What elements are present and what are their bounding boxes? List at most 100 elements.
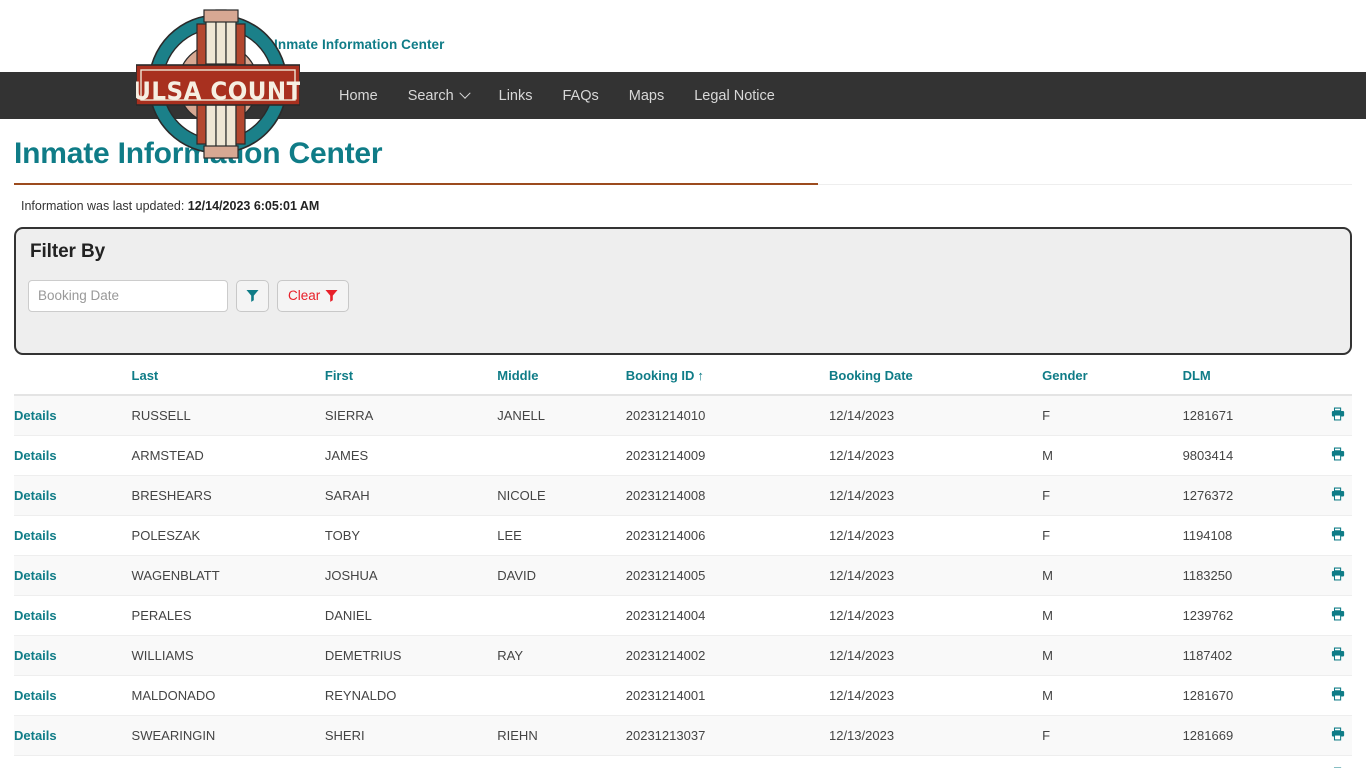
title-rule-accent: [14, 182, 818, 185]
cell-booking-date: 12/14/2023: [828, 394, 1043, 436]
column-header-booking-date[interactable]: Booking Date: [828, 360, 1043, 396]
nav-item-legal-notice[interactable]: Legal Notice: [679, 72, 790, 119]
column-header-last[interactable]: Last: [131, 360, 325, 396]
printer-icon[interactable]: [1331, 447, 1352, 461]
cell-gender: F: [1042, 394, 1183, 436]
column-header-dlm[interactable]: DLM: [1182, 360, 1293, 396]
nav-item-links[interactable]: Links: [484, 72, 548, 119]
cell-booking-id: 20231214009: [625, 435, 829, 476]
printer-icon[interactable]: [1331, 687, 1352, 701]
cell-print: [1292, 515, 1352, 556]
cell-gender: M: [1042, 635, 1183, 676]
cell-gender: F: [1042, 715, 1183, 756]
cell-middle: RAY: [497, 635, 626, 676]
inmate-results-table: Last First Middle Booking ID ↑ Booking Da…: [14, 360, 1352, 768]
cell-first: REYNALDO: [324, 675, 498, 716]
filter-panel: Filter By Clear: [14, 226, 1352, 355]
details-link[interactable]: Details: [14, 488, 57, 503]
cell-details: Details: [14, 475, 132, 516]
column-header-gender[interactable]: Gender: [1042, 360, 1183, 396]
last-updated-label: Information was last updated:: [21, 198, 185, 213]
cell-booking-id: 20231214008: [625, 475, 829, 516]
column-header-booking-id[interactable]: Booking ID ↑: [625, 360, 829, 396]
cell-details: Details: [14, 715, 132, 756]
cell-print: [1292, 755, 1352, 768]
cell-booking-id: 20231213037: [625, 715, 829, 756]
booking-date-input[interactable]: [28, 279, 228, 312]
cell-middle: L: [497, 755, 626, 768]
cell-booking-date: 12/13/2023: [828, 715, 1043, 756]
printer-icon[interactable]: [1331, 567, 1352, 581]
cell-print: [1292, 435, 1352, 476]
cell-print: [1292, 715, 1352, 756]
details-link[interactable]: Details: [14, 648, 57, 663]
table-row: Details RUSSELL SIERRA JANELL 20231214010 12/…: [14, 394, 1352, 436]
apply-filter-button[interactable]: [236, 279, 269, 312]
details-link[interactable]: Details: [14, 688, 57, 703]
nav-label: Links: [498, 87, 533, 104]
clear-filter-button[interactable]: Clear: [277, 279, 350, 312]
cell-details: Details: [14, 675, 132, 716]
printer-icon[interactable]: [1331, 647, 1352, 661]
cell-gender: F: [1042, 515, 1183, 556]
printer-icon[interactable]: [1331, 727, 1352, 741]
cell-dlm: 1281669: [1182, 715, 1293, 756]
cell-middle: DAVID: [497, 555, 626, 596]
cell-details: Details: [14, 394, 132, 436]
printer-icon[interactable]: [1331, 607, 1352, 621]
cell-first: SIERRA: [324, 394, 498, 436]
cell-details: Details: [14, 435, 132, 476]
cell-first: JAMES: [324, 435, 498, 476]
cell-gender: M: [1042, 435, 1183, 476]
cell-dlm: 1281671: [1182, 394, 1293, 436]
table-row: Details BRESHEARS SARAH NICOLE 20231214008 12…: [14, 475, 1352, 516]
cell-print: [1292, 555, 1352, 596]
cell-booking-id: 20231213036: [625, 755, 829, 768]
details-link[interactable]: Details: [14, 568, 57, 583]
page-body: Inmate Information Center Information wa…: [0, 119, 1366, 768]
table-row: Details MALDONADO REYNALDO 20231214001 12/14…: [14, 675, 1352, 716]
column-header-print: [1292, 360, 1352, 396]
cell-last: POLESZAK: [131, 515, 325, 556]
cell-details: Details: [14, 515, 132, 556]
cell-dlm: 1281670: [1182, 675, 1293, 716]
cell-middle: [497, 435, 626, 476]
cell-gender: M: [1042, 675, 1183, 716]
cell-dlm: 1279432: [1182, 755, 1293, 768]
cell-booking-date: 12/14/2023: [828, 435, 1043, 476]
printer-icon[interactable]: [1331, 487, 1352, 501]
cell-middle: NICOLE: [497, 475, 626, 516]
printer-icon[interactable]: [1331, 527, 1352, 541]
table-row: Details WAGENBLATT JOSHUA DAVID 20231214005 1…: [14, 555, 1352, 596]
details-link[interactable]: Details: [14, 448, 57, 463]
table-row: Details PERALES DANIEL 20231214004 12/14/202…: [14, 595, 1352, 636]
funnel-icon: [325, 289, 338, 302]
details-link[interactable]: Details: [14, 408, 57, 423]
nav-item-maps[interactable]: Maps: [614, 72, 679, 119]
nav-label: Legal Notice: [694, 87, 775, 104]
printer-icon[interactable]: [1331, 407, 1352, 421]
column-header-middle[interactable]: Middle: [497, 360, 626, 396]
cell-first: SARAH: [324, 475, 498, 516]
column-header-first[interactable]: First: [324, 360, 498, 396]
cell-gender: M: [1042, 555, 1183, 596]
funnel-icon: [246, 289, 259, 302]
nav-list: Home Search Links FAQs Maps Legal Notice: [0, 72, 790, 119]
nav-label: Home: [339, 87, 378, 104]
cell-first: DEMETRIUS: [324, 635, 498, 676]
cell-gender: M: [1042, 755, 1183, 768]
nav-item-home[interactable]: Home: [324, 72, 393, 119]
cell-middle: [497, 675, 626, 716]
table-head: Last First Middle Booking ID ↑ Booking Da…: [14, 360, 1352, 396]
details-link[interactable]: Details: [14, 528, 57, 543]
nav-item-search[interactable]: Search: [393, 72, 484, 119]
cell-last: BRESHEARS: [131, 475, 325, 516]
cell-booking-date: 12/13/2023: [828, 755, 1043, 768]
tulsa-county-logo[interactable]: TULSA COUNTY: [136, 2, 300, 166]
details-link[interactable]: Details: [14, 608, 57, 623]
cell-first: JOSHUA: [324, 555, 498, 596]
nav-item-faqs[interactable]: FAQs: [548, 72, 614, 119]
chevron-down-icon: [458, 87, 471, 99]
logo-banner-text: TULSA COUNTY: [136, 77, 300, 106]
details-link[interactable]: Details: [14, 728, 57, 743]
